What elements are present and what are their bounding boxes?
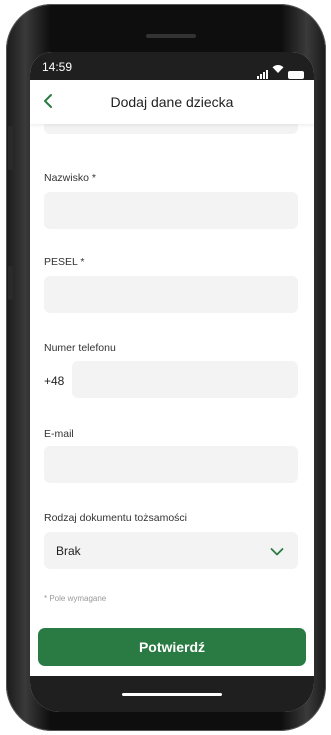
- home-indicator[interactable]: [122, 693, 222, 696]
- volume-button: [8, 126, 13, 170]
- battery-icon: [288, 71, 304, 79]
- phone-label: Numer telefonu: [44, 342, 116, 354]
- navigation-bar: [30, 676, 314, 712]
- document-type-value: Brak: [56, 544, 81, 558]
- surname-label: Nazwisko *: [44, 172, 96, 184]
- required-fields-note: * Pole wymagane: [44, 594, 107, 603]
- power-button: [8, 266, 13, 300]
- pesel-label: PESEL *: [44, 256, 85, 268]
- app-header: Dodaj dane dziecka: [30, 80, 314, 124]
- status-bar: 14:59: [30, 52, 314, 80]
- phone-frame: 14:59 Dodaj dane dziecka Nazwisko * PESE: [6, 4, 326, 731]
- signal-icon: [257, 70, 268, 79]
- surname-input[interactable]: [44, 192, 298, 229]
- app-screen: 14:59 Dodaj dane dziecka Nazwisko * PESE: [30, 52, 314, 712]
- document-type-select[interactable]: Brak: [44, 532, 298, 569]
- pesel-input[interactable]: [44, 276, 298, 313]
- chevron-down-icon: [270, 544, 284, 562]
- page-title: Dodaj dane dziecka: [110, 94, 234, 110]
- phone-input[interactable]: [72, 361, 298, 398]
- speaker-grille: [146, 34, 196, 38]
- confirm-button[interactable]: Potwierdź: [38, 628, 306, 666]
- email-label: E-mail: [44, 428, 74, 440]
- status-time: 14:59: [42, 60, 73, 74]
- phone-prefix: +48: [44, 374, 65, 388]
- email-input[interactable]: [44, 446, 298, 483]
- document-type-label: Rodzaj dokumentu tożsamości: [44, 512, 187, 524]
- wifi-icon: [272, 61, 284, 79]
